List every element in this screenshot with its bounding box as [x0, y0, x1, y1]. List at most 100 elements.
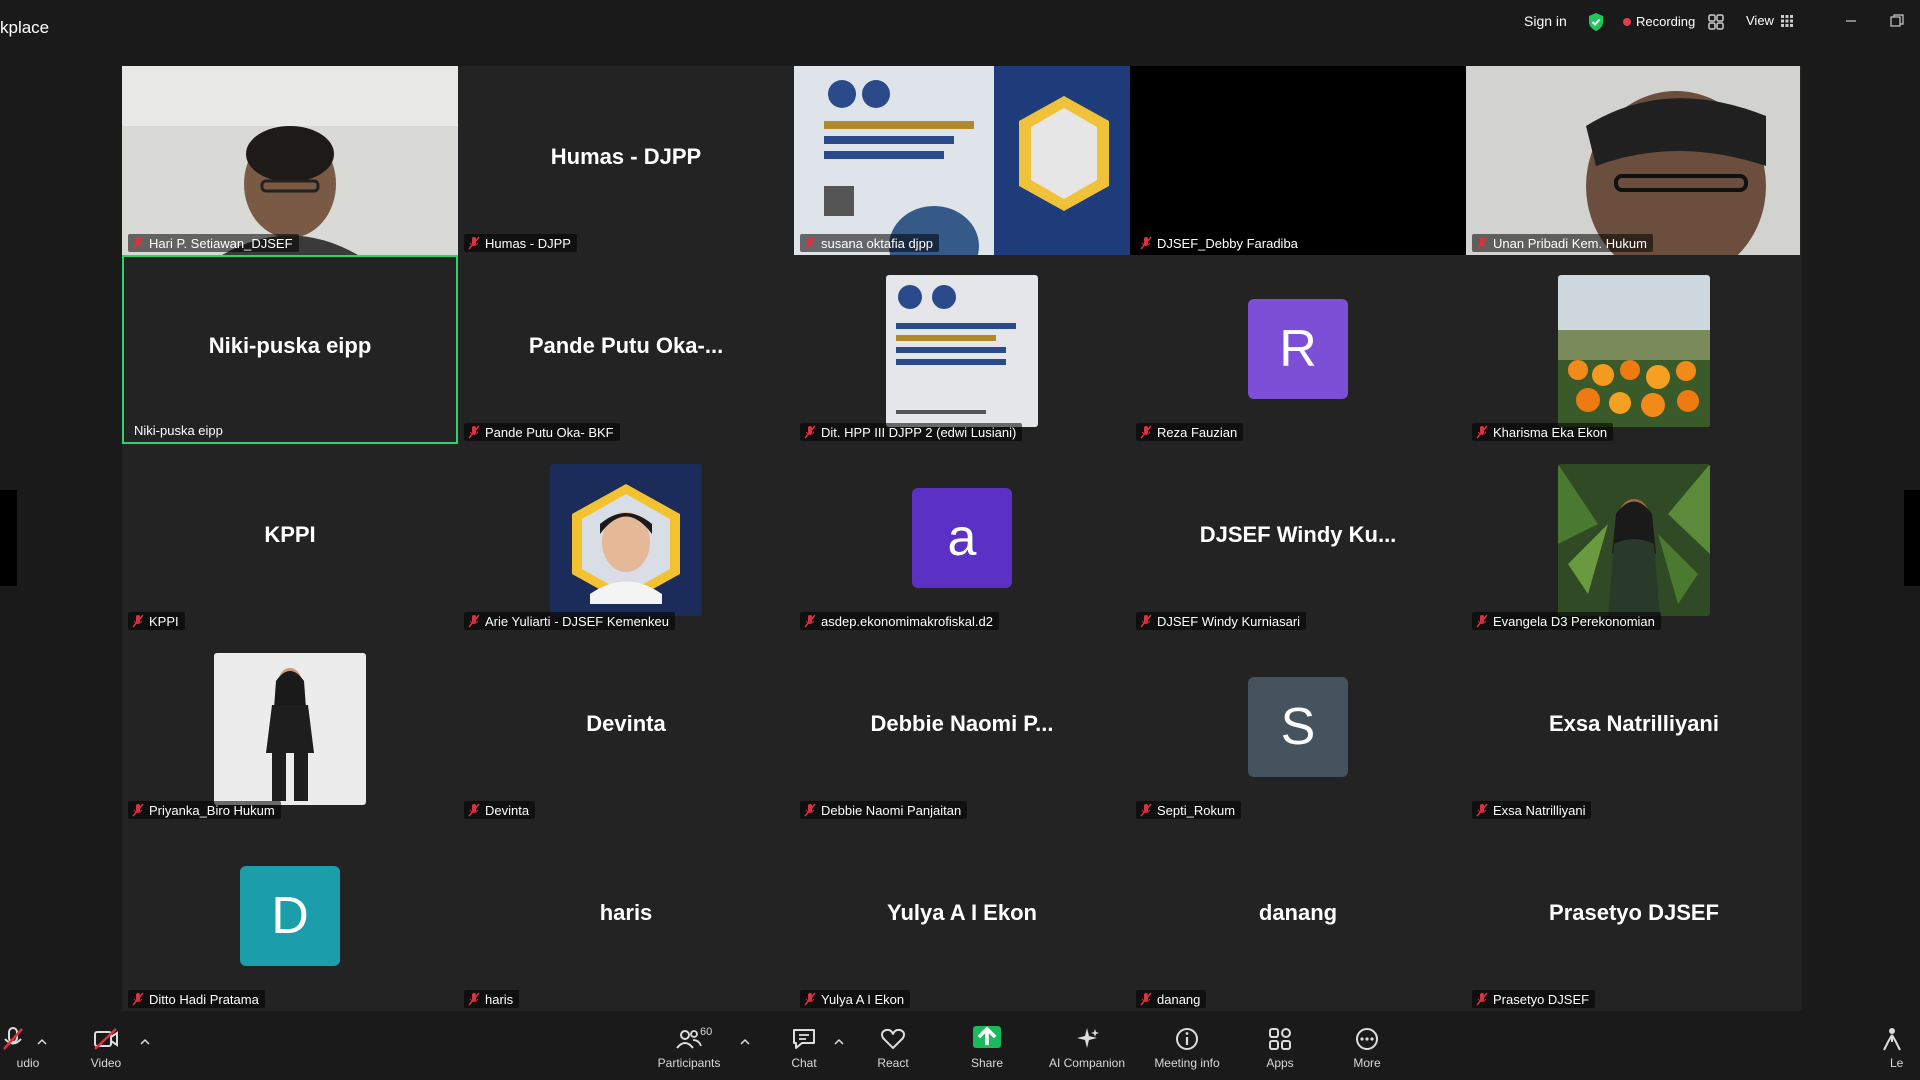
participant-tile[interactable]: a asdep.ekonomimakrofiskal.d2 — [794, 444, 1130, 633]
participant-tile[interactable]: S Septi_Rokum — [1130, 633, 1466, 822]
participant-video — [794, 66, 1130, 255]
ai-companion-label: AI Companion — [1048, 1056, 1126, 1070]
profile-picture — [214, 653, 366, 805]
app-title: kplace — [0, 18, 50, 37]
sign-in-button[interactable]: Sign in — [1524, 13, 1567, 29]
gallery-view: Hari P. Setiawan_DJSEF Humas - DJPP Huma… — [122, 66, 1802, 1011]
participant-tile[interactable]: Unan Pribadi Kem. Hukum — [1466, 66, 1802, 255]
participant-tile[interactable]: Pande Putu Oka-... Pande Putu Oka- BKF — [458, 255, 794, 444]
participant-display-name: Exsa Natrilliyani — [1549, 711, 1719, 736]
participant-tile[interactable]: Yulya A I Ekon Yulya A I Ekon — [794, 822, 1130, 1011]
participant-name-label: Evangela D3 Perekonomian — [1472, 612, 1661, 630]
muted-mic-icon — [132, 803, 144, 817]
muted-mic-icon — [468, 992, 480, 1006]
participant-tile[interactable]: Priyanka_Biro Hukum — [122, 633, 458, 822]
participant-tile[interactable]: DJSEF Windy Ku... DJSEF Windy Kurniasari — [1130, 444, 1466, 633]
participant-tile[interactable]: Dit. HPP III DJPP 2 (edwi Lusiani) — [794, 255, 1130, 444]
participant-tile[interactable]: KPPI KPPI — [122, 444, 458, 633]
video-off-icon — [94, 1028, 118, 1050]
more-button[interactable]: More — [1326, 1026, 1408, 1078]
muted-mic-icon — [1476, 425, 1488, 439]
participant-tile[interactable]: danang danang — [1130, 822, 1466, 1011]
audio-options-caret-icon[interactable] — [37, 1038, 47, 1046]
sparkle-icon — [1077, 1028, 1099, 1048]
audio-label: udio — [16, 1056, 40, 1070]
participants-button[interactable]: 60 Participants — [648, 1026, 730, 1078]
participant-tile[interactable]: Arie Yuliarti - DJSEF Kemenkeu — [458, 444, 794, 633]
participant-name-label: Ditto Hadi Pratama — [128, 990, 265, 1008]
muted-mic-icon — [132, 992, 144, 1006]
participant-tile[interactable]: Debbie Naomi P... Debbie Naomi Panjaitan — [794, 633, 1130, 822]
muted-mic-icon — [1476, 236, 1488, 250]
participant-tile[interactable]: Humas - DJPP Humas - DJPP — [458, 66, 794, 255]
meeting-info-label: Meeting info — [1154, 1056, 1220, 1070]
participant-tile[interactable]: Exsa Natrilliyani Exsa Natrilliyani — [1466, 633, 1802, 822]
scroll-left-handle[interactable] — [0, 490, 17, 586]
react-button[interactable]: React — [852, 1026, 934, 1078]
participant-tile[interactable]: DJSEF_Debby Faradiba — [1130, 66, 1466, 255]
muted-mic-icon — [1140, 425, 1152, 439]
audio-button[interactable]: udio — [0, 1026, 54, 1078]
heart-icon — [881, 1028, 905, 1049]
share-screen-icon — [973, 1026, 1001, 1048]
participant-tile[interactable]: Evangela D3 Perekonomian — [1466, 444, 1802, 633]
leave-button[interactable]: Le — [1870, 1026, 1920, 1078]
participant-tile[interactable]: D Ditto Hadi Pratama — [122, 822, 458, 1011]
participant-name-label: Hari P. Setiawan_DJSEF — [128, 234, 299, 252]
muted-mic-icon — [804, 803, 816, 817]
video-button[interactable]: Video — [65, 1026, 147, 1078]
participant-display-name: danang — [1258, 900, 1338, 925]
participant-tile[interactable]: haris haris — [458, 822, 794, 1011]
participants-label: Participants — [657, 1056, 721, 1070]
shield-check-icon[interactable] — [1587, 12, 1605, 32]
participant-name-label: Reza Fauzian — [1136, 423, 1244, 441]
recording-dot-icon — [1623, 17, 1631, 26]
profile-picture — [886, 275, 1038, 427]
more-label: More — [1353, 1056, 1381, 1070]
participant-name-label: Humas - DJPP — [464, 234, 577, 252]
participant-name-label: Septi_Rokum — [1136, 801, 1242, 819]
active-speaker-tile[interactable]: Niki-puska eipp Niki-puska eipp — [122, 255, 458, 444]
participant-tile[interactable]: Prasetyo DJSEF Prasetyo DJSEF — [1466, 822, 1802, 1011]
participant-video — [122, 66, 458, 255]
participant-display-name: haris — [599, 900, 653, 925]
participant-name-label: danang — [1136, 990, 1207, 1008]
view-button[interactable]: View — [1746, 13, 1794, 28]
participants-options-caret-icon[interactable] — [740, 1038, 750, 1046]
layout-grid-icon[interactable] — [1707, 13, 1725, 31]
participant-tile[interactable]: Hari P. Setiawan_DJSEF — [122, 66, 458, 255]
muted-mic-icon — [804, 236, 816, 250]
muted-mic-icon — [804, 614, 816, 628]
participant-tile[interactable]: susana oktafia djpp — [794, 66, 1130, 255]
profile-picture — [1558, 464, 1710, 616]
participant-tile[interactable]: Kharisma Eka Ekon — [1466, 255, 1802, 444]
grid-view-icon — [1780, 14, 1793, 27]
participant-name-label: Arie Yuliarti - DJSEF Kemenkeu — [464, 612, 675, 630]
scroll-right-handle[interactable] — [1904, 490, 1920, 586]
muted-mic-icon — [468, 236, 480, 250]
participant-tile[interactable]: R Reza Fauzian — [1130, 255, 1466, 444]
muted-mic-icon — [1140, 992, 1152, 1006]
chat-button[interactable]: Chat — [763, 1026, 845, 1078]
participant-name-label: Dit. HPP III DJPP 2 (edwi Lusiani) — [800, 423, 1023, 441]
participant-display-name: Devinta — [586, 711, 666, 736]
chat-options-caret-icon[interactable] — [834, 1038, 844, 1046]
muted-mic-icon — [468, 803, 480, 817]
participant-display-name: DJSEF Windy Ku... — [1199, 522, 1397, 547]
meeting-info-button[interactable]: Meeting info — [1146, 1026, 1228, 1078]
avatar: a — [912, 488, 1012, 588]
restore-window-icon[interactable] — [1886, 10, 1908, 32]
participant-video — [1466, 66, 1800, 255]
participant-name-label: Prasetyo DJSEF — [1472, 990, 1596, 1008]
video-options-caret-icon[interactable] — [140, 1038, 150, 1046]
participant-name-label: asdep.ekonomimakrofiskal.d2 — [800, 612, 999, 630]
leave-label: Le — [1890, 1056, 1904, 1070]
apps-button[interactable]: Apps — [1239, 1026, 1321, 1078]
participant-name-label: Priyanka_Biro Hukum — [128, 801, 281, 819]
recording-label: Recording — [1636, 14, 1696, 29]
minimize-icon[interactable] — [1840, 10, 1862, 32]
share-button[interactable]: Share — [946, 1026, 1028, 1078]
ai-companion-button[interactable]: AI Companion — [1046, 1026, 1128, 1078]
participant-tile[interactable]: Devinta Devinta — [458, 633, 794, 822]
recording-indicator[interactable]: Recording — [1623, 14, 1695, 29]
